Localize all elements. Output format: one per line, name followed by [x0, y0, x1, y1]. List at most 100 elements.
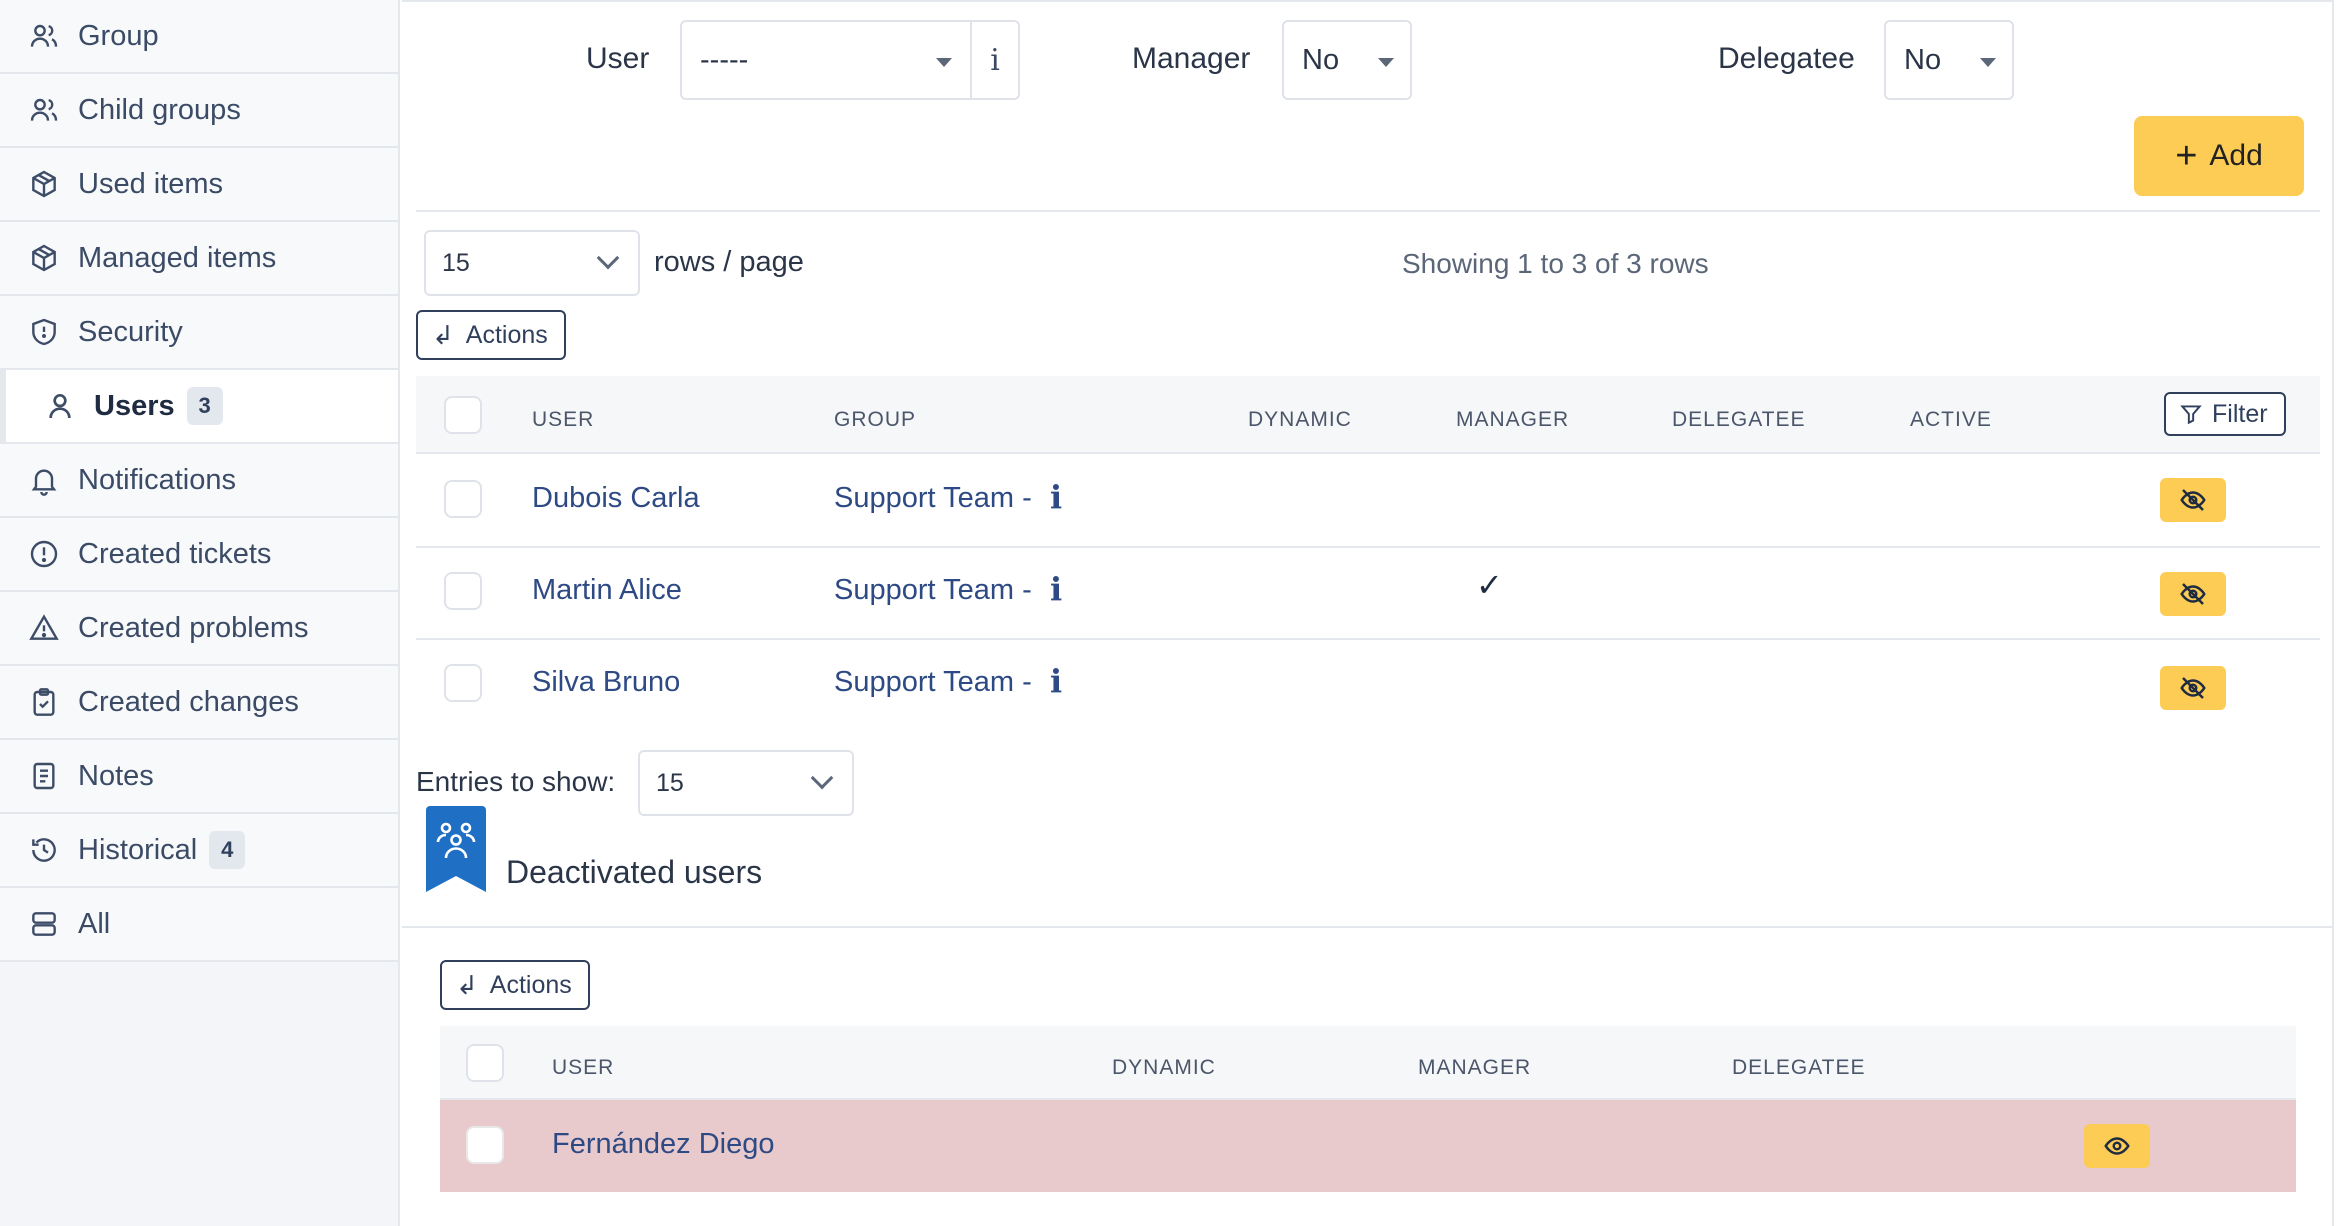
user-icon [44, 390, 76, 422]
users-icon [28, 94, 60, 126]
user-link[interactable]: Fernández Diego [552, 1128, 774, 1161]
filter-button[interactable]: Filter [2164, 392, 2286, 436]
sidebar-nav: Group Child groups Used items Managed it… [0, 0, 398, 962]
col-user[interactable]: USER [552, 1056, 614, 1080]
user-link[interactable]: Silva Bruno [532, 666, 680, 699]
col-manager[interactable]: MANAGER [1456, 408, 1569, 432]
chevron-down-icon [810, 766, 834, 790]
add-button[interactable]: + Add [2134, 116, 2304, 196]
sidebar-item-created-problems[interactable]: Created problems [0, 592, 398, 666]
delegatee-select[interactable]: No [1884, 20, 2014, 100]
deactivated-table-header: USER DYNAMIC MANAGER DELEGATEE [440, 1026, 2296, 1100]
col-dynamic[interactable]: DYNAMIC [1248, 408, 1352, 432]
divider [402, 926, 2332, 928]
entries-label: Entries to show: [416, 766, 616, 797]
entries-value: 15 [656, 768, 684, 797]
user-link[interactable]: Dubois Carla [532, 482, 700, 515]
sidebar-item-users[interactable]: Users 3 [0, 370, 398, 444]
col-delegatee[interactable]: DELEGATEE [1732, 1056, 1865, 1080]
sidebar-item-historical[interactable]: Historical 4 [0, 814, 398, 888]
hide-user-button[interactable] [2160, 572, 2226, 616]
manager-select[interactable]: No [1282, 20, 1412, 100]
sidebar-item-created-tickets[interactable]: Created tickets [0, 518, 398, 592]
box-icon [28, 242, 60, 274]
sidebar: Group Child groups Used items Managed it… [0, 0, 400, 1226]
row-checkbox[interactable] [444, 572, 482, 610]
col-group[interactable]: GROUP [834, 408, 916, 432]
sidebar-item-notifications[interactable]: Notifications [0, 444, 398, 518]
table-row: Silva Bruno Support Team - i [416, 640, 2320, 732]
eye-off-icon [2180, 489, 2206, 511]
col-active[interactable]: ACTIVE [1910, 408, 1992, 432]
sidebar-item-group[interactable]: Group [0, 0, 398, 74]
info-icon[interactable]: i [1050, 662, 1062, 700]
sidebar-item-used-items[interactable]: Used items [0, 148, 398, 222]
user-link[interactable]: Martin Alice [532, 574, 682, 607]
stack-icon [28, 908, 60, 940]
col-user[interactable]: USER [532, 408, 594, 432]
col-delegatee[interactable]: DELEGATEE [1672, 408, 1805, 432]
arrow-return-icon: ↲ [456, 969, 478, 1000]
hide-user-button[interactable] [2160, 666, 2226, 710]
deactivated-users-title: Deactivated users [506, 854, 763, 890]
rows-per-page-label: rows / page [654, 246, 804, 278]
sidebar-item-label: Child groups [78, 93, 241, 126]
select-all-checkbox[interactable] [466, 1044, 504, 1082]
user-info-button[interactable]: i [970, 22, 1018, 98]
sidebar-item-notes[interactable]: Notes [0, 740, 398, 814]
table-row: Dubois Carla Support Team - i [416, 454, 2320, 548]
sidebar-item-label: Created changes [78, 685, 299, 718]
col-dynamic[interactable]: DYNAMIC [1112, 1056, 1216, 1080]
sidebar-item-managed-items[interactable]: Managed items [0, 222, 398, 296]
row-checkbox[interactable] [466, 1126, 504, 1164]
deactivated-actions-button[interactable]: ↲ Actions [440, 960, 590, 1010]
row-checkbox[interactable] [444, 480, 482, 518]
filter-icon [2180, 405, 2202, 425]
sidebar-item-label: Users [94, 389, 175, 422]
notes-icon [28, 760, 60, 792]
manager-select-value: No [1302, 43, 1340, 76]
bell-icon [28, 464, 60, 496]
group-link[interactable]: Support Team - [834, 574, 1032, 607]
sidebar-item-security[interactable]: Security [0, 296, 398, 370]
actions-button[interactable]: ↲ Actions [416, 310, 566, 360]
eye-icon [2104, 1137, 2130, 1155]
select-all-checkbox[interactable] [444, 396, 482, 434]
caret-down-icon [1980, 58, 1996, 67]
info-icon[interactable]: i [1050, 478, 1062, 516]
sidebar-item-label: Group [78, 19, 159, 52]
clipboard-check-icon [28, 686, 60, 718]
manager-label: Manager [1132, 42, 1251, 75]
rows-per-page-select[interactable]: 15 [424, 230, 640, 296]
delegatee-select-value: No [1904, 43, 1942, 76]
sidebar-item-all[interactable]: All [0, 888, 398, 962]
divider [416, 210, 2320, 212]
actions-button-label: Actions [465, 320, 548, 349]
row-checkbox[interactable] [444, 664, 482, 702]
hide-user-button[interactable] [2160, 478, 2226, 522]
user-select[interactable]: ----- i [680, 20, 1020, 100]
group-link[interactable]: Support Team - [834, 482, 1032, 515]
sidebar-item-label: Created tickets [78, 537, 272, 570]
showing-rows-text: Showing 1 to 3 of 3 rows [1402, 248, 1709, 279]
box-icon [28, 168, 60, 200]
sidebar-item-child-groups[interactable]: Child groups [0, 74, 398, 148]
shield-icon [28, 316, 60, 348]
caret-down-icon [1378, 58, 1394, 67]
entries-select[interactable]: 15 [638, 750, 854, 816]
users-table-header: USER GROUP DYNAMIC MANAGER DELEGATEE ACT… [416, 376, 2320, 454]
rows-per-page-value: 15 [442, 248, 470, 277]
filter-button-label: Filter [2212, 399, 2268, 428]
manager-check: ✓ [1476, 567, 1503, 603]
col-manager[interactable]: MANAGER [1418, 1056, 1531, 1080]
user-select-value: ----- [700, 43, 749, 76]
count-badge: 4 [209, 831, 246, 869]
eye-off-icon [2180, 583, 2206, 605]
group-link[interactable]: Support Team - [834, 666, 1032, 699]
alert-triangle-icon [28, 612, 60, 644]
info-icon[interactable]: i [1050, 570, 1062, 608]
show-user-button[interactable] [2084, 1124, 2150, 1168]
sidebar-item-created-changes[interactable]: Created changes [0, 666, 398, 740]
actions-button-label: Actions [489, 970, 572, 999]
sidebar-item-label: Security [78, 315, 183, 348]
